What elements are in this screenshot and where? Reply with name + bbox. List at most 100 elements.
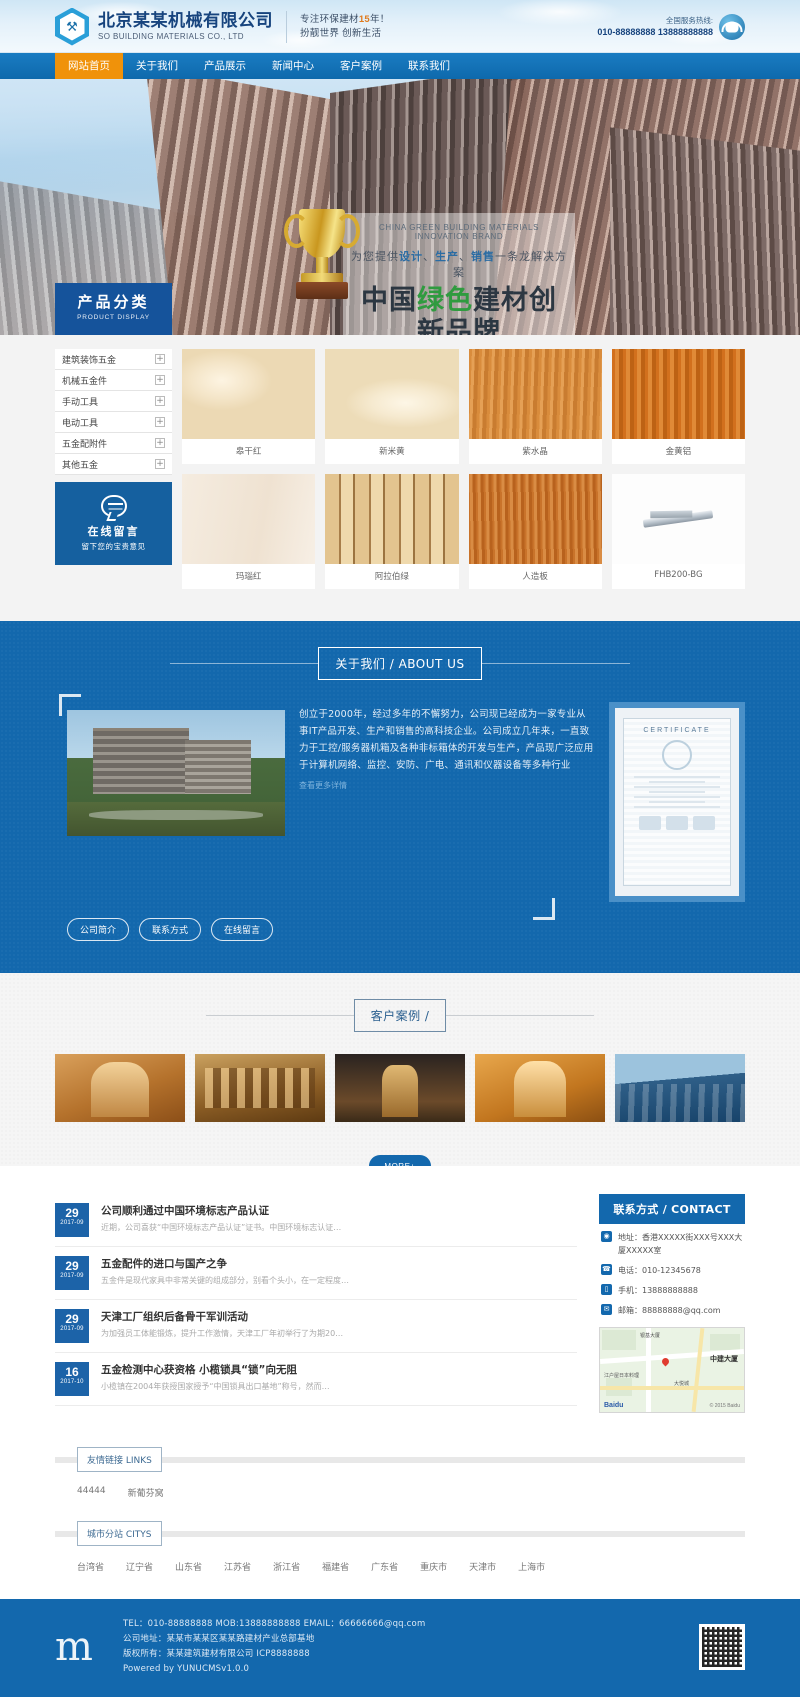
city-link[interactable]: 福建省 [322, 1560, 349, 1573]
category-item-label: 机械五金件 [62, 376, 108, 387]
news-desc: 近期，公司喜获“中国环境标志产品认证”证书。中国环境标志认证… [101, 1223, 342, 1232]
expand-icon[interactable]: + [155, 375, 165, 385]
about-button-2[interactable]: 在线留言 [211, 918, 274, 941]
case-thumbnail[interactable] [615, 1054, 745, 1122]
product-card[interactable]: 新米黄 [325, 349, 459, 464]
category-item-3[interactable]: 电动工具 + [55, 412, 172, 433]
product-card[interactable]: FHB200-BG [611, 474, 745, 589]
news-date: 16 2017-10 [55, 1362, 89, 1396]
banner-english-text: CHINA GREEN BUILDING MATERIALS INNOVATIO… [378, 223, 540, 241]
qr-pattern [702, 1627, 742, 1667]
case-thumbnail[interactable] [335, 1054, 465, 1122]
hotline-label: 全国服务热线: [665, 15, 713, 25]
location-map[interactable]: 银基大厦 中建大厦 江户屋日本料理 大悦城 Baidu © 2015 Baidu [599, 1327, 745, 1413]
hotline-text: 全国服务热线: 010-88888888 13888888888 [597, 16, 713, 38]
product-name: 金黄铝 [665, 447, 692, 457]
nav-item-2[interactable]: 产品展示 [191, 53, 259, 79]
news-item[interactable]: 16 2017-10 五金检测中心获资格 小榄锁具“锁”向无阻小榄镇在2004年获授… [55, 1353, 577, 1406]
city-link[interactable]: 江苏省 [224, 1560, 251, 1573]
category-item-5[interactable]: 其他五金 + [55, 454, 172, 475]
city-link[interactable]: 广东省 [371, 1560, 398, 1573]
expand-icon[interactable]: + [155, 417, 165, 427]
expand-icon[interactable]: + [155, 438, 165, 448]
expand-icon[interactable]: + [155, 459, 165, 469]
friend-links-list: 44444 新葡芬窝 [55, 1486, 745, 1505]
city-link[interactable]: 台湾省 [77, 1560, 104, 1573]
map-road [646, 1328, 651, 1412]
product-category-header: 产品分类 PRODUCT DISPLAY [55, 283, 172, 335]
nav-item-5[interactable]: 联系我们 [395, 53, 463, 79]
category-sidebar: 建筑装饰五金 + 机械五金件 + 手动工具 + 电动工具 + 五金配附件 + 其他五金 + 在线留言 … [55, 349, 172, 599]
product-card[interactable]: 紫水晶 [468, 349, 602, 464]
nav-item-3[interactable]: 新闻中心 [259, 53, 327, 79]
about-section-title: 关于我们 / ABOUT US [55, 647, 745, 680]
header-bar: ⚒ 北京某某机械有限公司 SO BUILDING MATERIALS CO., … [0, 0, 800, 53]
company-logo[interactable]: ⚒ [55, 7, 89, 46]
certificate-logos [630, 816, 724, 830]
product-card[interactable]: 金黄铝 [611, 349, 745, 464]
product-card[interactable]: 阿拉伯绿 [325, 474, 459, 589]
contact-title: 联系方式 / CONTACT [599, 1194, 745, 1224]
product-card[interactable]: 玛瑙红 [182, 474, 316, 589]
category-item-0[interactable]: 建筑装饰五金 + [55, 349, 172, 370]
nav-item-4[interactable]: 客户案例 [327, 53, 395, 79]
header-bar-left [55, 1456, 77, 1463]
city-link[interactable]: 浙江省 [273, 1560, 300, 1573]
product-name: 玛瑙红 [235, 572, 262, 582]
case-thumbnail[interactable] [475, 1054, 605, 1122]
news-day: 29 [65, 1312, 79, 1326]
cases-section-title: 客户案例 / [55, 999, 745, 1032]
product-image [468, 474, 602, 564]
footer-logo: m [55, 1624, 93, 1670]
case-thumbnail[interactable] [195, 1054, 325, 1122]
news-day: 29 [65, 1259, 79, 1273]
friend-link[interactable]: 新葡芬窝 [128, 1486, 164, 1499]
case-thumbnail[interactable] [55, 1054, 185, 1122]
news-day: 16 [65, 1365, 79, 1379]
news-date: 29 2017-09 [55, 1203, 89, 1237]
city-link[interactable]: 上海市 [518, 1560, 545, 1573]
news-item[interactable]: 29 2017-09 公司顺利通过中国环境标志产品认证近期，公司喜获“中国环境标志产… [55, 1194, 577, 1247]
nav-item-1[interactable]: 关于我们 [123, 53, 191, 79]
expand-icon[interactable]: + [155, 354, 165, 364]
hotline-number: 010-88888888 13888888888 [597, 26, 713, 37]
news-item[interactable]: 29 2017-09 天津工厂组织后备骨干军训活动 为加强员工体能锻炼，提升工作激情，… [55, 1300, 577, 1353]
news-title[interactable]: 五金配件的进口与国产之争 [101, 1256, 349, 1272]
category-item-2[interactable]: 手动工具 + [55, 391, 172, 412]
contact-text: 电话：010-12345678 [618, 1266, 701, 1275]
friend-link[interactable]: 44444 [77, 1486, 106, 1499]
news-title[interactable]: 天津工厂组织后备骨干军训活动 [101, 1309, 343, 1325]
about-button-0[interactable]: 公司简介 [67, 918, 130, 941]
category-item-4[interactable]: 五金配附件 + [55, 433, 172, 454]
news-title[interactable]: 公司顺利通过中国环境标志产品认证 [101, 1203, 341, 1219]
cases-section: 客户案例 / MORE+ [0, 973, 800, 1177]
qr-code [699, 1624, 745, 1670]
logo-glyph: ⚒ [59, 12, 85, 41]
news-list: 29 2017-09 公司顺利通过中国环境标志产品认证近期，公司喜获“中国环境标志产… [55, 1194, 577, 1413]
message-box-title: 在线留言 [87, 525, 140, 538]
banner-sub-3: 、 [423, 250, 435, 263]
about-button-1[interactable]: 联系方式 [139, 918, 202, 941]
about-more-link[interactable]: 查看更多详情 [299, 780, 595, 791]
news-desc: 小榄镇在2004年获授国家授予“中国锁具出口基地”称号，然而… [101, 1382, 330, 1391]
category-item-1[interactable]: 机械五金件 + [55, 370, 172, 391]
certificate-line [648, 801, 706, 803]
news-title[interactable]: 五金检测中心获资格 小榄锁具“锁”向无阻 [101, 1362, 330, 1378]
product-card[interactable]: 人造板 [468, 474, 602, 589]
slogan-line-2: 扮靓世界 创新生活 [300, 27, 382, 39]
hotline-block: 全国服务热线: 010-88888888 13888888888 [597, 13, 745, 40]
expand-icon[interactable]: + [155, 396, 165, 406]
city-link[interactable]: 天津市 [469, 1560, 496, 1573]
news-item[interactable]: 29 2017-09 五金配件的进口与国产之争 五金件是现代家具中非常关键的组成部分，… [55, 1247, 577, 1300]
title-line-left [205, 1015, 354, 1016]
about-paragraph: 创立于2000年，经过多年的不懈努力，公司现已经成为一家专业从事IT产品开发、生… [299, 709, 594, 771]
photo-foreground [67, 802, 285, 836]
city-link[interactable]: 重庆市 [420, 1560, 447, 1573]
map-label: 大悦城 [674, 1381, 690, 1387]
city-link[interactable]: 山东省 [175, 1560, 202, 1573]
city-link[interactable]: 辽宁省 [126, 1560, 153, 1573]
nav-item-0[interactable]: 网站首页 [55, 53, 123, 79]
product-card[interactable]: 皋干红 [182, 349, 316, 464]
news-month: 2017-10 [60, 1379, 84, 1385]
online-message-box[interactable]: 在线留言 留下您的宝贵意见 [55, 482, 172, 565]
